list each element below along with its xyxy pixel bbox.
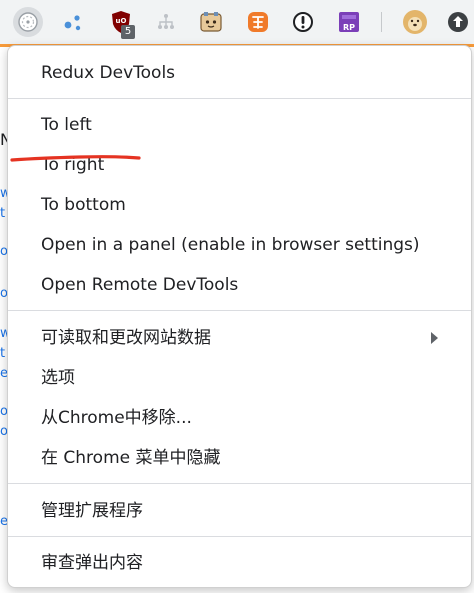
rp-extension-button[interactable]: RP — [334, 7, 364, 37]
menu-item-label: 可读取和更改网站数据 — [41, 328, 211, 348]
extension-context-menu: Redux DevTools To left To right To botto… — [7, 45, 472, 588]
menu-item-options[interactable]: 选项 — [8, 361, 471, 395]
menu-separator — [8, 536, 471, 537]
menu-item-remove-from-chrome[interactable]: 从Chrome中移除... — [8, 401, 471, 435]
doge-avatar-icon — [403, 10, 427, 34]
ublock-block-count-badge: 5 — [121, 25, 135, 39]
menu-item-to-bottom[interactable]: To bottom — [8, 188, 471, 222]
profile-avatar-button[interactable] — [400, 7, 430, 37]
extensions-toolbar: uO 5 RP — [0, 0, 474, 44]
menu-item-manage-extensions[interactable]: 管理扩展程序 — [8, 494, 471, 528]
upload-arrow-icon — [448, 12, 468, 32]
redux-devtools-extension-button[interactable] — [13, 7, 43, 37]
info-extension-button[interactable] — [288, 7, 318, 37]
menu-item-open-remote-devtools[interactable]: Open Remote DevTools — [8, 268, 471, 302]
orange-tag-extension-button[interactable] — [243, 7, 273, 37]
menu-item-label: 从Chrome中移除... — [41, 408, 192, 428]
submenu-arrow-icon — [431, 332, 438, 344]
menu-item-hide-in-chrome-menu[interactable]: 在 Chrome 菜单中隐藏 — [8, 441, 471, 475]
menu-item-label: 在 Chrome 菜单中隐藏 — [41, 448, 221, 468]
redux-devtools-icon — [18, 12, 38, 32]
menu-item-label: Open Remote DevTools — [41, 275, 239, 295]
menu-item-label: Open in a panel (enable in browser setti… — [41, 235, 420, 255]
menu-item-label: 选项 — [41, 368, 75, 388]
menu-separator — [8, 310, 471, 311]
robot-face-icon — [200, 12, 222, 32]
update-button[interactable] — [443, 7, 473, 37]
menu-item-inspect-popup[interactable]: 审查弹出内容 — [8, 546, 471, 580]
menu-item-label: To left — [41, 115, 92, 135]
menu-item-label: Redux DevTools — [41, 63, 176, 83]
ublock-origin-extension-button[interactable]: uO 5 — [106, 7, 136, 39]
menu-item-to-left[interactable]: To left — [8, 108, 471, 142]
dots-extension-button[interactable] — [58, 7, 88, 37]
svg-text:uO: uO — [116, 17, 127, 25]
menu-item-open-in-panel[interactable]: Open in a panel (enable in browser setti… — [8, 228, 471, 262]
menu-item-to-right[interactable]: To right — [8, 148, 471, 182]
orange-tag-icon — [248, 12, 268, 32]
menu-title-redux-devtools[interactable]: Redux DevTools — [8, 56, 471, 90]
menu-separator — [8, 98, 471, 99]
network-tree-extension-button[interactable] — [151, 7, 181, 37]
info-circle-icon — [293, 12, 313, 32]
rp-extension-icon: RP — [339, 12, 359, 32]
svg-text:RP: RP — [343, 23, 355, 32]
toolbar-separator — [381, 12, 382, 32]
menu-item-label: 审查弹出内容 — [41, 553, 143, 573]
dots-extension-icon — [64, 15, 81, 31]
menu-item-label: To bottom — [41, 195, 126, 215]
network-tree-icon — [158, 14, 174, 29]
menu-item-label: To right — [41, 155, 105, 175]
menu-separator — [8, 483, 471, 484]
menu-item-site-access[interactable]: 可读取和更改网站数据 — [8, 321, 471, 355]
menu-item-label: 管理扩展程序 — [41, 501, 143, 521]
robot-extension-button[interactable] — [196, 7, 226, 37]
